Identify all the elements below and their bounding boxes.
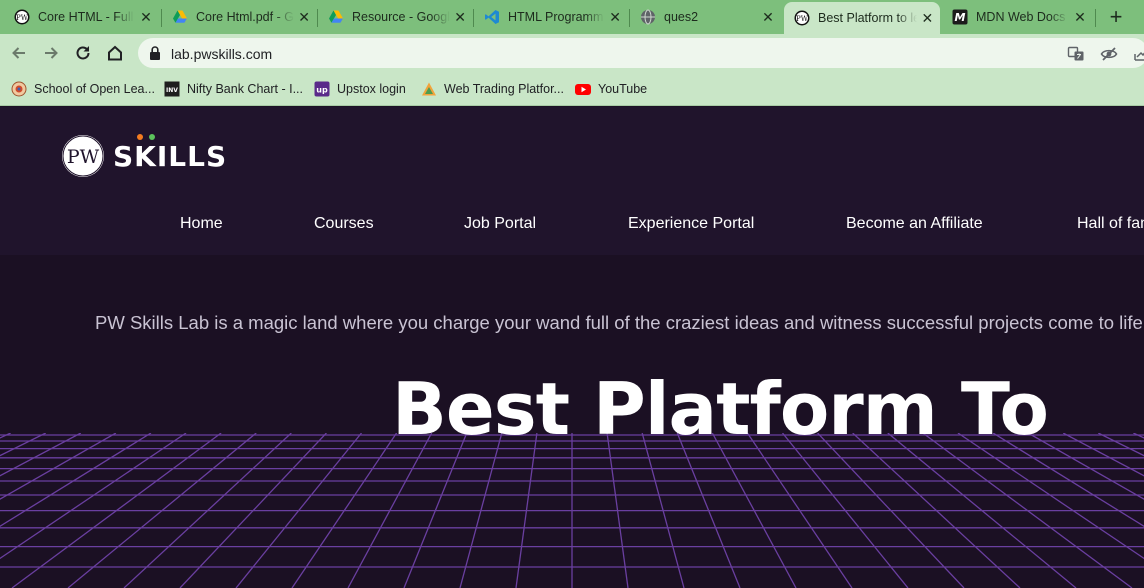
close-icon[interactable]: ✕	[921, 10, 934, 26]
nav-home[interactable]: Home	[180, 215, 223, 233]
tab-mdn-web-docs[interactable]: M MDN Web Docs ✕	[942, 2, 1094, 32]
vscode-icon	[484, 9, 500, 25]
school-seal-icon	[11, 81, 27, 97]
close-icon[interactable]: ✕	[138, 9, 154, 25]
youtube-icon	[575, 81, 591, 97]
nav-courses[interactable]: Courses	[314, 215, 374, 233]
tab-title: Core Html.pdf - Google Drive	[196, 10, 294, 24]
hero-tagline: PW Skills Lab is a magic land where you …	[95, 312, 1143, 333]
bookmark-school-of-open-learning[interactable]: School of Open Lea...	[11, 80, 155, 98]
tab-title: MDN Web Docs	[976, 10, 1066, 24]
close-icon[interactable]: ✕	[608, 9, 622, 25]
tab-best-platform[interactable]: PW Best Platform to learn ✕	[784, 2, 940, 34]
investing-icon: INV	[164, 81, 180, 97]
trading-platform-icon	[421, 81, 437, 97]
svg-text:PW: PW	[796, 15, 809, 23]
arrow-right-icon	[45, 47, 58, 59]
site-header: PW SKILLS Home Courses Job Portal Experi…	[0, 107, 1144, 255]
tab-title: Resource - Google Drive	[352, 10, 450, 24]
tab-html-programming[interactable]: HTML Programming ✕	[474, 2, 628, 32]
bookmark-label: YouTube	[598, 82, 648, 96]
hero-title: Best Platform To	[392, 367, 1049, 451]
tab-ques2[interactable]: ques2 ✕	[630, 2, 782, 32]
bookmarks-bar: School of Open Lea... INV Nifty Bank Cha…	[0, 72, 1144, 106]
tab-title: Core HTML - Full	[38, 10, 134, 24]
google-drive-icon	[328, 9, 344, 25]
nav-become-an-affiliate[interactable]: Become an Affiliate	[846, 215, 983, 233]
tab-core-html-pdf[interactable]: Core Html.pdf - Google Drive ✕	[162, 2, 316, 32]
eye-slash-icon[interactable]	[1100, 45, 1118, 63]
tab-core-html[interactable]: PW Core HTML - Full ✕	[4, 2, 160, 32]
logo-word: SKILLS	[113, 139, 228, 173]
share-icon[interactable]	[1132, 45, 1144, 63]
home-button[interactable]	[102, 40, 128, 66]
tab-resource-drive[interactable]: Resource - Google Drive ✕	[318, 2, 472, 32]
lock-icon	[150, 46, 160, 60]
address-toolbar: lab.pwskills.com	[0, 34, 1144, 72]
bookmark-label: School of Open Lea...	[34, 82, 155, 96]
home-icon	[108, 45, 122, 61]
forward-button[interactable]	[38, 40, 64, 66]
close-icon[interactable]: ✕	[298, 9, 310, 25]
address-bar[interactable]: lab.pwskills.com	[138, 38, 1144, 68]
close-icon[interactable]: ✕	[760, 9, 776, 25]
new-tab-button[interactable]: +	[1102, 4, 1130, 30]
close-icon[interactable]: ✕	[454, 9, 466, 25]
reload-button[interactable]	[70, 40, 96, 66]
perspective-grid-background	[0, 433, 1144, 588]
pwskills-favicon-icon: PW	[14, 9, 30, 25]
svg-text:INV: INV	[166, 87, 178, 94]
bookmark-label: Upstox login	[337, 82, 406, 96]
tab-title: ques2	[664, 10, 699, 24]
bookmark-youtube[interactable]: YouTube	[575, 80, 647, 98]
upstox-icon: up	[314, 81, 330, 97]
tab-separator	[1095, 9, 1096, 27]
mdn-icon: M	[952, 9, 968, 25]
google-drive-icon	[172, 9, 188, 25]
logo-dot-orange	[137, 133, 143, 140]
nav-hall-of-fame[interactable]: Hall of fame	[1077, 215, 1144, 233]
bookmark-upstox-login[interactable]: up Upstox login	[314, 80, 406, 98]
bookmark-nifty-bank-chart[interactable]: INV Nifty Bank Chart - I...	[164, 80, 303, 98]
bookmark-label: Nifty Bank Chart - I...	[187, 82, 304, 96]
page-content: PW SKILLS Home Courses Job Portal Experi…	[0, 107, 1144, 588]
globe-icon	[640, 9, 656, 25]
tab-title: Best Platform to learn	[818, 11, 917, 25]
svg-text:PW: PW	[67, 146, 100, 168]
reload-icon	[76, 46, 90, 60]
url-text[interactable]: lab.pwskills.com	[171, 46, 272, 62]
svg-text:M: M	[955, 11, 966, 24]
close-icon[interactable]: ✕	[1072, 9, 1088, 25]
bookmark-label: Web Trading Platfor...	[444, 82, 564, 96]
pw-logo-mark-icon: PW	[62, 135, 104, 177]
nav-experience-portal[interactable]: Experience Portal	[628, 215, 754, 233]
nav-job-portal[interactable]: Job Portal	[464, 215, 536, 233]
pwskills-favicon-icon: PW	[794, 10, 810, 26]
logo-wordmark: SKILLS	[113, 133, 228, 173]
tab-title: HTML Programming	[508, 10, 604, 24]
logo-dot-green	[149, 133, 155, 140]
svg-text:up: up	[316, 86, 328, 95]
svg-text:PW: PW	[16, 14, 29, 22]
pw-skills-logo[interactable]: PW SKILLS	[62, 133, 228, 177]
back-button[interactable]	[6, 40, 32, 66]
arrow-left-icon	[12, 47, 25, 59]
tab-strip: PW Core HTML - Full ✕ Core Html.pdf - Go…	[0, 0, 1144, 34]
bookmark-web-trading-platform[interactable]: Web Trading Platfor...	[421, 80, 564, 98]
translate-icon[interactable]	[1067, 45, 1085, 63]
